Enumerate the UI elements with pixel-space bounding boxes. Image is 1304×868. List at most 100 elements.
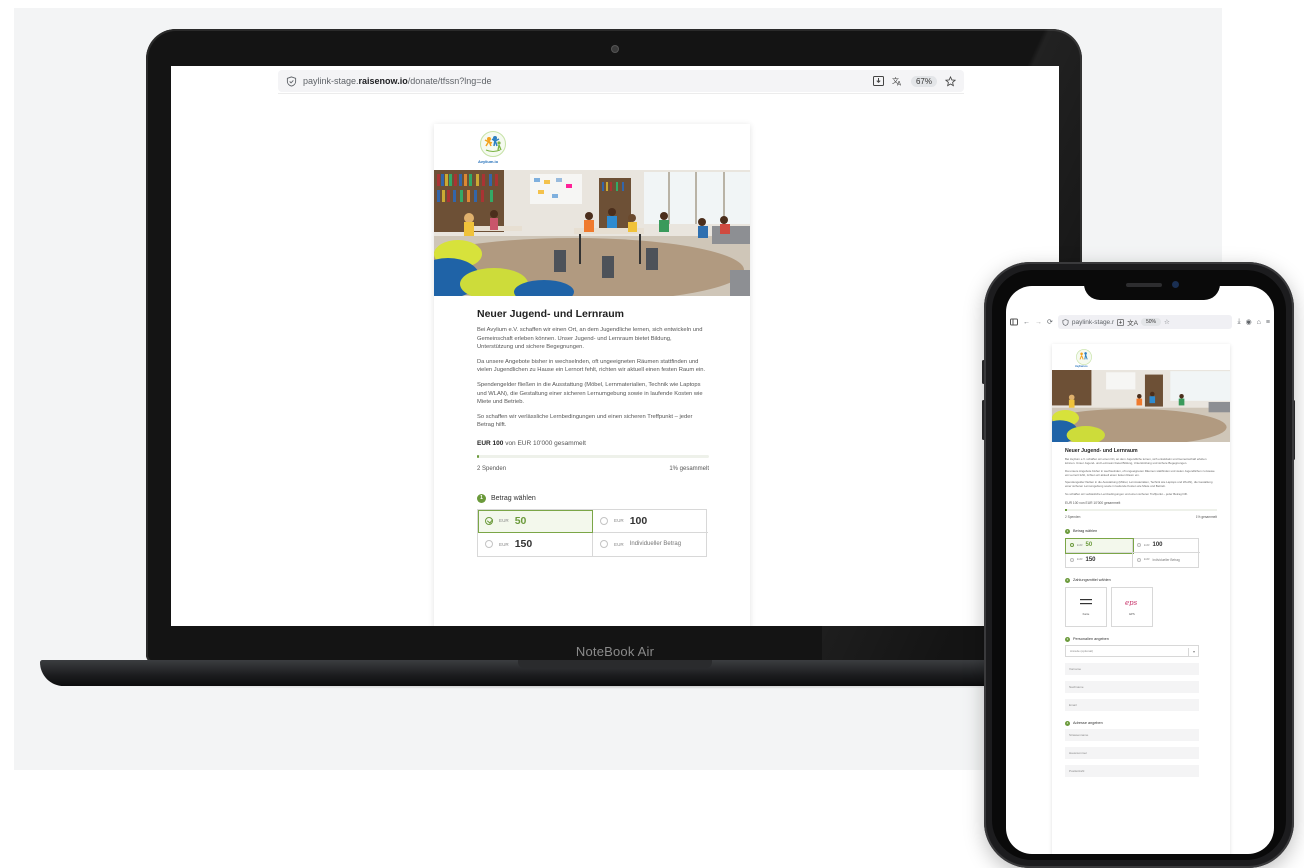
amount-option-150[interactable]: EUR 150 [478, 532, 593, 556]
step-number-badge: 3 [1065, 636, 1070, 642]
fundraising-progress-bar [477, 454, 709, 458]
translate-icon[interactable]: 文A [1127, 317, 1138, 327]
amount-value: 150 [514, 538, 533, 551]
bookmark-star-icon[interactable]: ☆ [1164, 318, 1170, 326]
amount-option-custom[interactable]: EUR Individueller Betrag [593, 533, 708, 556]
step-label: Personalien angeben [1073, 637, 1109, 642]
email-field[interactable]: Email [1065, 698, 1199, 711]
donation-stats: 2 Spenden 1% gesammelt [1065, 515, 1217, 519]
phone-logo-wordmark: Avylium.io [1075, 365, 1088, 368]
step-choose-amount: 1 Betrag wählen [1065, 528, 1217, 534]
salutation-select[interactable]: Anrede (optional) [1065, 644, 1199, 657]
account-icon[interactable]: ◉ [1246, 318, 1252, 326]
amount-option-100[interactable]: EUR 100 [593, 510, 708, 533]
campaign-paragraph-1: Bei Avylium e.V. schaffen wir einen Ort,… [1065, 457, 1207, 466]
campaign-paragraph-2: Da unsere Angebote bisher in wechselnden… [1065, 468, 1215, 477]
step-label: Betrag wählen [491, 494, 536, 502]
back-arrow-icon[interactable]: ← [1023, 319, 1030, 326]
address-bar-tools: 文A 67% [872, 75, 956, 87]
phone-zoom-level[interactable]: 50% [1141, 318, 1162, 326]
campaign-title: Neuer Jugend- und Lernraum [477, 308, 625, 320]
translate-icon[interactable]: 文A [892, 76, 903, 86]
postal-code-field[interactable]: Postleitzahl [1065, 764, 1199, 777]
phone-browser-toolbar: ← → ⟳ paylink-stage.r 文A 50% ☆ ⤓ ◉ ⌂ ≡ [1006, 312, 1274, 332]
campaign-paragraph-4: So schaffen wir verlässliche Lernbedingu… [477, 413, 693, 429]
campaign-paragraph-3: Spendengelder fließen in die Ausstattung… [1065, 480, 1213, 489]
phone-address-bar[interactable]: paylink-stage.r 文A 50% ☆ [1057, 315, 1233, 329]
amount-value: 50 [1085, 542, 1093, 549]
raised-goal-text: von EUR 10'000 gesammelt [505, 439, 586, 447]
reader-view-icon[interactable] [872, 76, 884, 86]
zoom-level[interactable]: 67% [910, 75, 937, 87]
amount-value: 100 [629, 514, 648, 527]
street-field[interactable]: Strassenname [1065, 728, 1199, 741]
phone-notch [1084, 274, 1220, 300]
amount-options: EUR 50 EUR 100 EUR 150 EUR Individueller… [477, 508, 708, 557]
step-choose-amount: 1 Betrag wählen [477, 493, 709, 503]
avylium-logo [1076, 349, 1092, 365]
bookmark-star-icon[interactable] [945, 75, 956, 87]
raised-summary: EUR 100 von EUR 10'000 gesammelt [477, 440, 709, 447]
phone-card-content: Neuer Jugend- und Lernraum Bei Avylium e… [1065, 448, 1217, 777]
amount-value: 150 [1085, 556, 1096, 563]
amount-option-100[interactable]: EUR 100 [1133, 539, 1200, 553]
forward-arrow-icon[interactable]: → [1035, 319, 1042, 326]
percent-collected: 1% gesammelt [1195, 514, 1217, 519]
currency-label: EUR [1077, 543, 1083, 547]
amount-options: EUR 50 EUR 100 EUR 150 EUR Individueller Bet… [1065, 537, 1200, 568]
tabs-icon[interactable] [1010, 318, 1018, 326]
svg-text:eps: eps [1125, 599, 1138, 606]
currency-label: EUR [614, 518, 624, 524]
payment-methods: Karte eps EPS [1065, 586, 1217, 627]
reader-view-icon[interactable] [1117, 318, 1125, 326]
figures-logo-icon [484, 136, 502, 152]
laptop-brand-label: NoteBook Air [575, 644, 655, 659]
amount-option-50[interactable]: EUR 50 [1065, 538, 1134, 554]
currency-label: EUR [1144, 558, 1150, 562]
amount-value: 100 [1152, 542, 1163, 549]
url-prefix: paylink-stage. [303, 76, 359, 86]
selected-check-radio-icon [1070, 543, 1074, 548]
currency-label: EUR [499, 541, 509, 547]
currency-label: EUR [614, 541, 624, 547]
reload-icon[interactable]: ⟳ [1047, 318, 1053, 326]
phone-front-camera [1172, 281, 1179, 288]
payment-option-eps[interactable]: eps EPS [1111, 586, 1153, 627]
donation-stats: 2 Spenden 1% gesammelt [477, 466, 709, 472]
payment-label: Karte [1082, 611, 1090, 616]
amount-option-150[interactable]: EUR 150 [1066, 552, 1133, 567]
last-name-field[interactable]: Nachname [1065, 680, 1199, 693]
payment-label: EPS [1129, 611, 1135, 616]
mockup-stage: paylink-stage. raisenow.io/donate/tfssn?l… [0, 0, 1304, 868]
eps-logo: eps [1125, 599, 1138, 606]
amount-value: 50 [514, 514, 527, 527]
download-icon[interactable]: ⤓ [1237, 318, 1240, 326]
salutation-placeholder: Anrede (optional) [1070, 648, 1094, 653]
house-number-field[interactable]: Hausnummer [1065, 746, 1199, 759]
url-domain: raisenow.io [358, 76, 408, 86]
extensions-icon[interactable]: ⌂ [1257, 319, 1261, 326]
currency-label: EUR [1077, 558, 1083, 562]
laptop-address-bar[interactable]: paylink-stage. raisenow.io/donate/tfssn?l… [278, 70, 964, 92]
radio-icon [1137, 557, 1141, 562]
percent-collected: 1% gesammelt [669, 465, 709, 472]
step-number-badge: 1 [1065, 528, 1070, 534]
campaign-paragraph-3: Spendengelder fließen in die Ausstattung… [477, 381, 703, 406]
custom-amount-label: Individueller Betrag [1152, 557, 1180, 562]
selected-check-radio-icon [485, 516, 493, 525]
menu-icon[interactable]: ≡ [1266, 319, 1270, 326]
laptop-screen: paylink-stage. raisenow.io/donate/tfssn?l… [171, 66, 1059, 626]
step-number-badge: 2 [1065, 577, 1070, 583]
radio-icon [1070, 557, 1074, 562]
campaign-paragraph-4: So schaffen wir verlässliche Lernbedingu… [1065, 491, 1188, 496]
amount-option-custom[interactable]: EUR Individueller Betrag [1133, 553, 1200, 567]
radio-icon [485, 540, 493, 549]
step-address: 4 Adresse angeben [1065, 720, 1217, 726]
step-choose-payment: 2 Zahlungsmittel wählen [1065, 577, 1217, 583]
amount-option-50[interactable]: EUR 50 [478, 509, 593, 533]
step-label: Zahlungsmittel wählen [1073, 578, 1111, 583]
currency-label: EUR [1144, 543, 1150, 547]
payment-option-card[interactable]: Karte [1065, 586, 1107, 627]
first-name-field[interactable]: Vorname [1065, 662, 1199, 675]
logo-wordmark: Avylium.io [478, 159, 499, 164]
